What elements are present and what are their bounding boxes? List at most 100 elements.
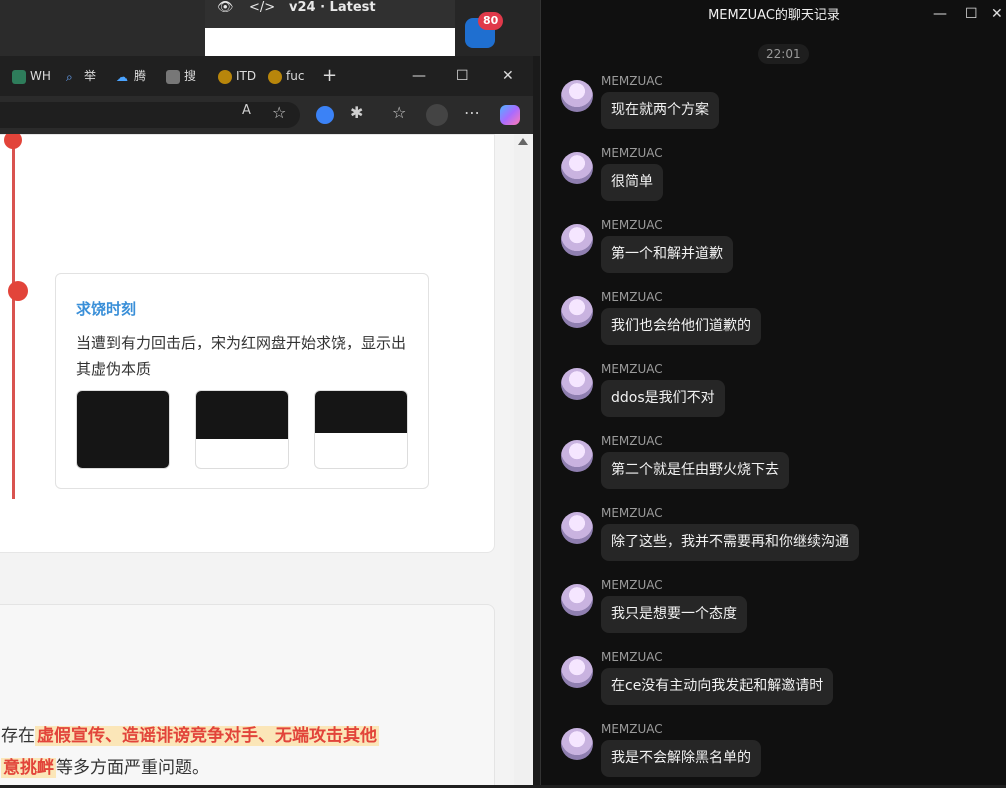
address-bar[interactable] — [0, 102, 300, 128]
minimize-icon[interactable]: — — [412, 64, 426, 88]
web-page: 求饶时刻 当遭到有力回击后，宋为红网盘开始求饶，显示出其虚伪本质 存在 虚假宣传、… — [0, 134, 514, 785]
sender-name: MEMZUAC — [601, 74, 663, 88]
message-row: MEMZUAC 现在就两个方案 — [561, 74, 991, 140]
close-icon[interactable]: ✕ — [502, 64, 514, 88]
message-row: MEMZUAC 第二个就是任由野火烧下去 — [561, 434, 991, 500]
sender-name: MEMZUAC — [601, 362, 663, 376]
tab-1[interactable]: WH — [12, 64, 51, 88]
tab-label: WH — [30, 69, 51, 83]
minimize-icon[interactable]: — — [933, 6, 947, 22]
message-row: MEMZUAC 我是不会解除黑名单的 — [561, 722, 991, 788]
tab-label: fuc — [286, 69, 305, 83]
maximize-icon[interactable]: ☐ — [965, 6, 978, 22]
event-description: 当遭到有力回击后，宋为红网盘开始求饶，显示出其虚伪本质 — [76, 334, 407, 378]
desktop-strip — [533, 56, 540, 785]
sender-name: MEMZUAC — [601, 578, 663, 592]
background-content — [205, 28, 455, 56]
tab-label: 举 — [84, 69, 97, 83]
chat-history-window: MEMZUAC的聊天记录 — ☐ ✕ 22:01 MEMZUAC 现在就两个方案… — [540, 0, 1006, 785]
avatar[interactable] — [561, 80, 593, 112]
message-bubble[interactable]: 现在就两个方案 — [601, 92, 719, 129]
summary-line-2: 意挑衅 等多方面严重问题。 — [1, 753, 209, 778]
message-bubble[interactable]: 在ce没有主动向我发起和解邀请时 — [601, 668, 834, 705]
avatar[interactable] — [561, 224, 593, 256]
screenshot-thumbnail[interactable] — [314, 390, 408, 469]
tab-6[interactable]: fuc — [268, 64, 304, 88]
timeline-line — [12, 135, 15, 499]
copilot-icon[interactable] — [500, 105, 520, 125]
maximize-icon[interactable]: ☐ — [456, 64, 469, 88]
timeline-dot — [4, 134, 22, 149]
favorites-icon[interactable]: ☆ — [392, 103, 406, 122]
tab-4[interactable]: 搜 — [166, 64, 196, 88]
cloud-icon: ☁ — [116, 69, 128, 84]
message-row: MEMZUAC 除了这些，我并不需要再和你继续沟通 — [561, 506, 991, 572]
close-icon[interactable]: ✕ — [991, 6, 1003, 22]
avatar[interactable] — [561, 296, 593, 328]
message-bubble[interactable]: 我是不会解除黑名单的 — [601, 740, 761, 777]
message-row: MEMZUAC 第一个和解并道歉 — [561, 218, 991, 284]
avatar[interactable] — [561, 368, 593, 400]
screenshot-thumbnail[interactable] — [76, 390, 170, 469]
avatar[interactable] — [561, 656, 593, 688]
avatar[interactable] — [561, 584, 593, 616]
scroll-up-icon[interactable] — [518, 138, 528, 145]
music-icon — [218, 69, 232, 84]
tab-label: 腾 — [134, 69, 147, 83]
message-row: MEMZUAC 我只是想要一个态度 — [561, 578, 991, 644]
timeline-card: 求饶时刻 当遭到有力回击后，宋为红网盘开始求饶，显示出其虚伪本质 — [0, 134, 495, 553]
eye-icon: 👁 — [217, 0, 234, 15]
wrench-icon — [12, 69, 26, 84]
music-icon — [268, 69, 282, 84]
more-icon[interactable]: ⋯ — [464, 103, 480, 122]
sender-name: MEMZUAC — [601, 650, 663, 664]
message-bubble[interactable]: ddos是我们不对 — [601, 380, 725, 417]
read-aloud-icon[interactable]: A — [242, 103, 251, 118]
summary-text: 等多方面严重问题。 — [56, 758, 209, 778]
sender-name: MEMZUAC — [601, 722, 663, 736]
puzzle-icon[interactable]: ✱ — [350, 103, 363, 122]
event-title: 求饶时刻 — [76, 300, 137, 318]
tab-2[interactable]: ⌕ 举 — [66, 64, 96, 88]
profile-avatar[interactable] — [426, 104, 448, 126]
sender-name: MEMZUAC — [601, 290, 663, 304]
summary-line-1: 存在 虚假宣传、造谣诽谤竞争对手、无端攻击其他 — [1, 721, 379, 746]
message-bubble[interactable]: 除了这些，我并不需要再和你继续沟通 — [601, 524, 859, 561]
highlight-text: 意挑衅 — [1, 758, 56, 778]
avatar[interactable] — [561, 512, 593, 544]
browser-window: WH ⌕ 举 ☁ 腾 搜 ITD fuc + — ☐ ✕ A ☆ ✱ ☆ ⋯ 求饶时… — [0, 56, 533, 785]
message-bubble[interactable]: 很简单 — [601, 164, 663, 201]
code-icon: </> — [249, 0, 276, 15]
message-bubble[interactable]: 第二个就是任由野火烧下去 — [601, 452, 789, 489]
search-icon: ⌕ — [66, 69, 73, 84]
background-tab-title: v24 · Latest — [289, 0, 376, 15]
summary-text: 存在 — [1, 726, 35, 746]
tab-label: 搜 — [184, 69, 197, 83]
message-bubble[interactable]: 我们也会给他们道歉的 — [601, 308, 761, 345]
highlight-text: 虚假宣传、造谣诽谤竞争对手、无端攻击其他 — [35, 726, 379, 746]
message-row: MEMZUAC 很简单 — [561, 146, 991, 212]
sender-name: MEMZUAC — [601, 218, 663, 232]
message-bubble[interactable]: 第一个和解并道歉 — [601, 236, 733, 273]
tab-5[interactable]: ITD — [218, 64, 256, 88]
avatar[interactable] — [561, 728, 593, 760]
tab-label: ITD — [236, 69, 257, 83]
extension-icon[interactable] — [316, 106, 334, 124]
screenshot-thumbnail[interactable] — [195, 390, 289, 469]
tab-bar: WH ⌕ 举 ☁ 腾 搜 ITD fuc + — ☐ ✕ — [0, 56, 533, 96]
timestamp: 22:01 — [758, 44, 809, 64]
message-row: MEMZUAC 我们也会给他们道歉的 — [561, 290, 991, 356]
tab-3[interactable]: ☁ 腾 — [116, 64, 146, 88]
scrollbar[interactable] — [514, 134, 533, 785]
avatar[interactable] — [561, 440, 593, 472]
page-icon — [166, 69, 180, 84]
new-tab-button[interactable]: + — [322, 64, 337, 88]
summary-card: 存在 虚假宣传、造谣诽谤竞争对手、无端攻击其他 意挑衅 等多方面严重问题。 — [0, 604, 495, 785]
timeline-event: 求饶时刻 当遭到有力回击后，宋为红网盘开始求饶，显示出其虚伪本质 — [55, 273, 429, 489]
sender-name: MEMZUAC — [601, 506, 663, 520]
message-row: MEMZUAC 在ce没有主动向我发起和解邀请时 — [561, 650, 991, 716]
message-bubble[interactable]: 我只是想要一个态度 — [601, 596, 747, 633]
avatar[interactable] — [561, 152, 593, 184]
notification-badge: 80 — [478, 12, 504, 30]
favorite-star-icon[interactable]: ☆ — [272, 103, 286, 122]
